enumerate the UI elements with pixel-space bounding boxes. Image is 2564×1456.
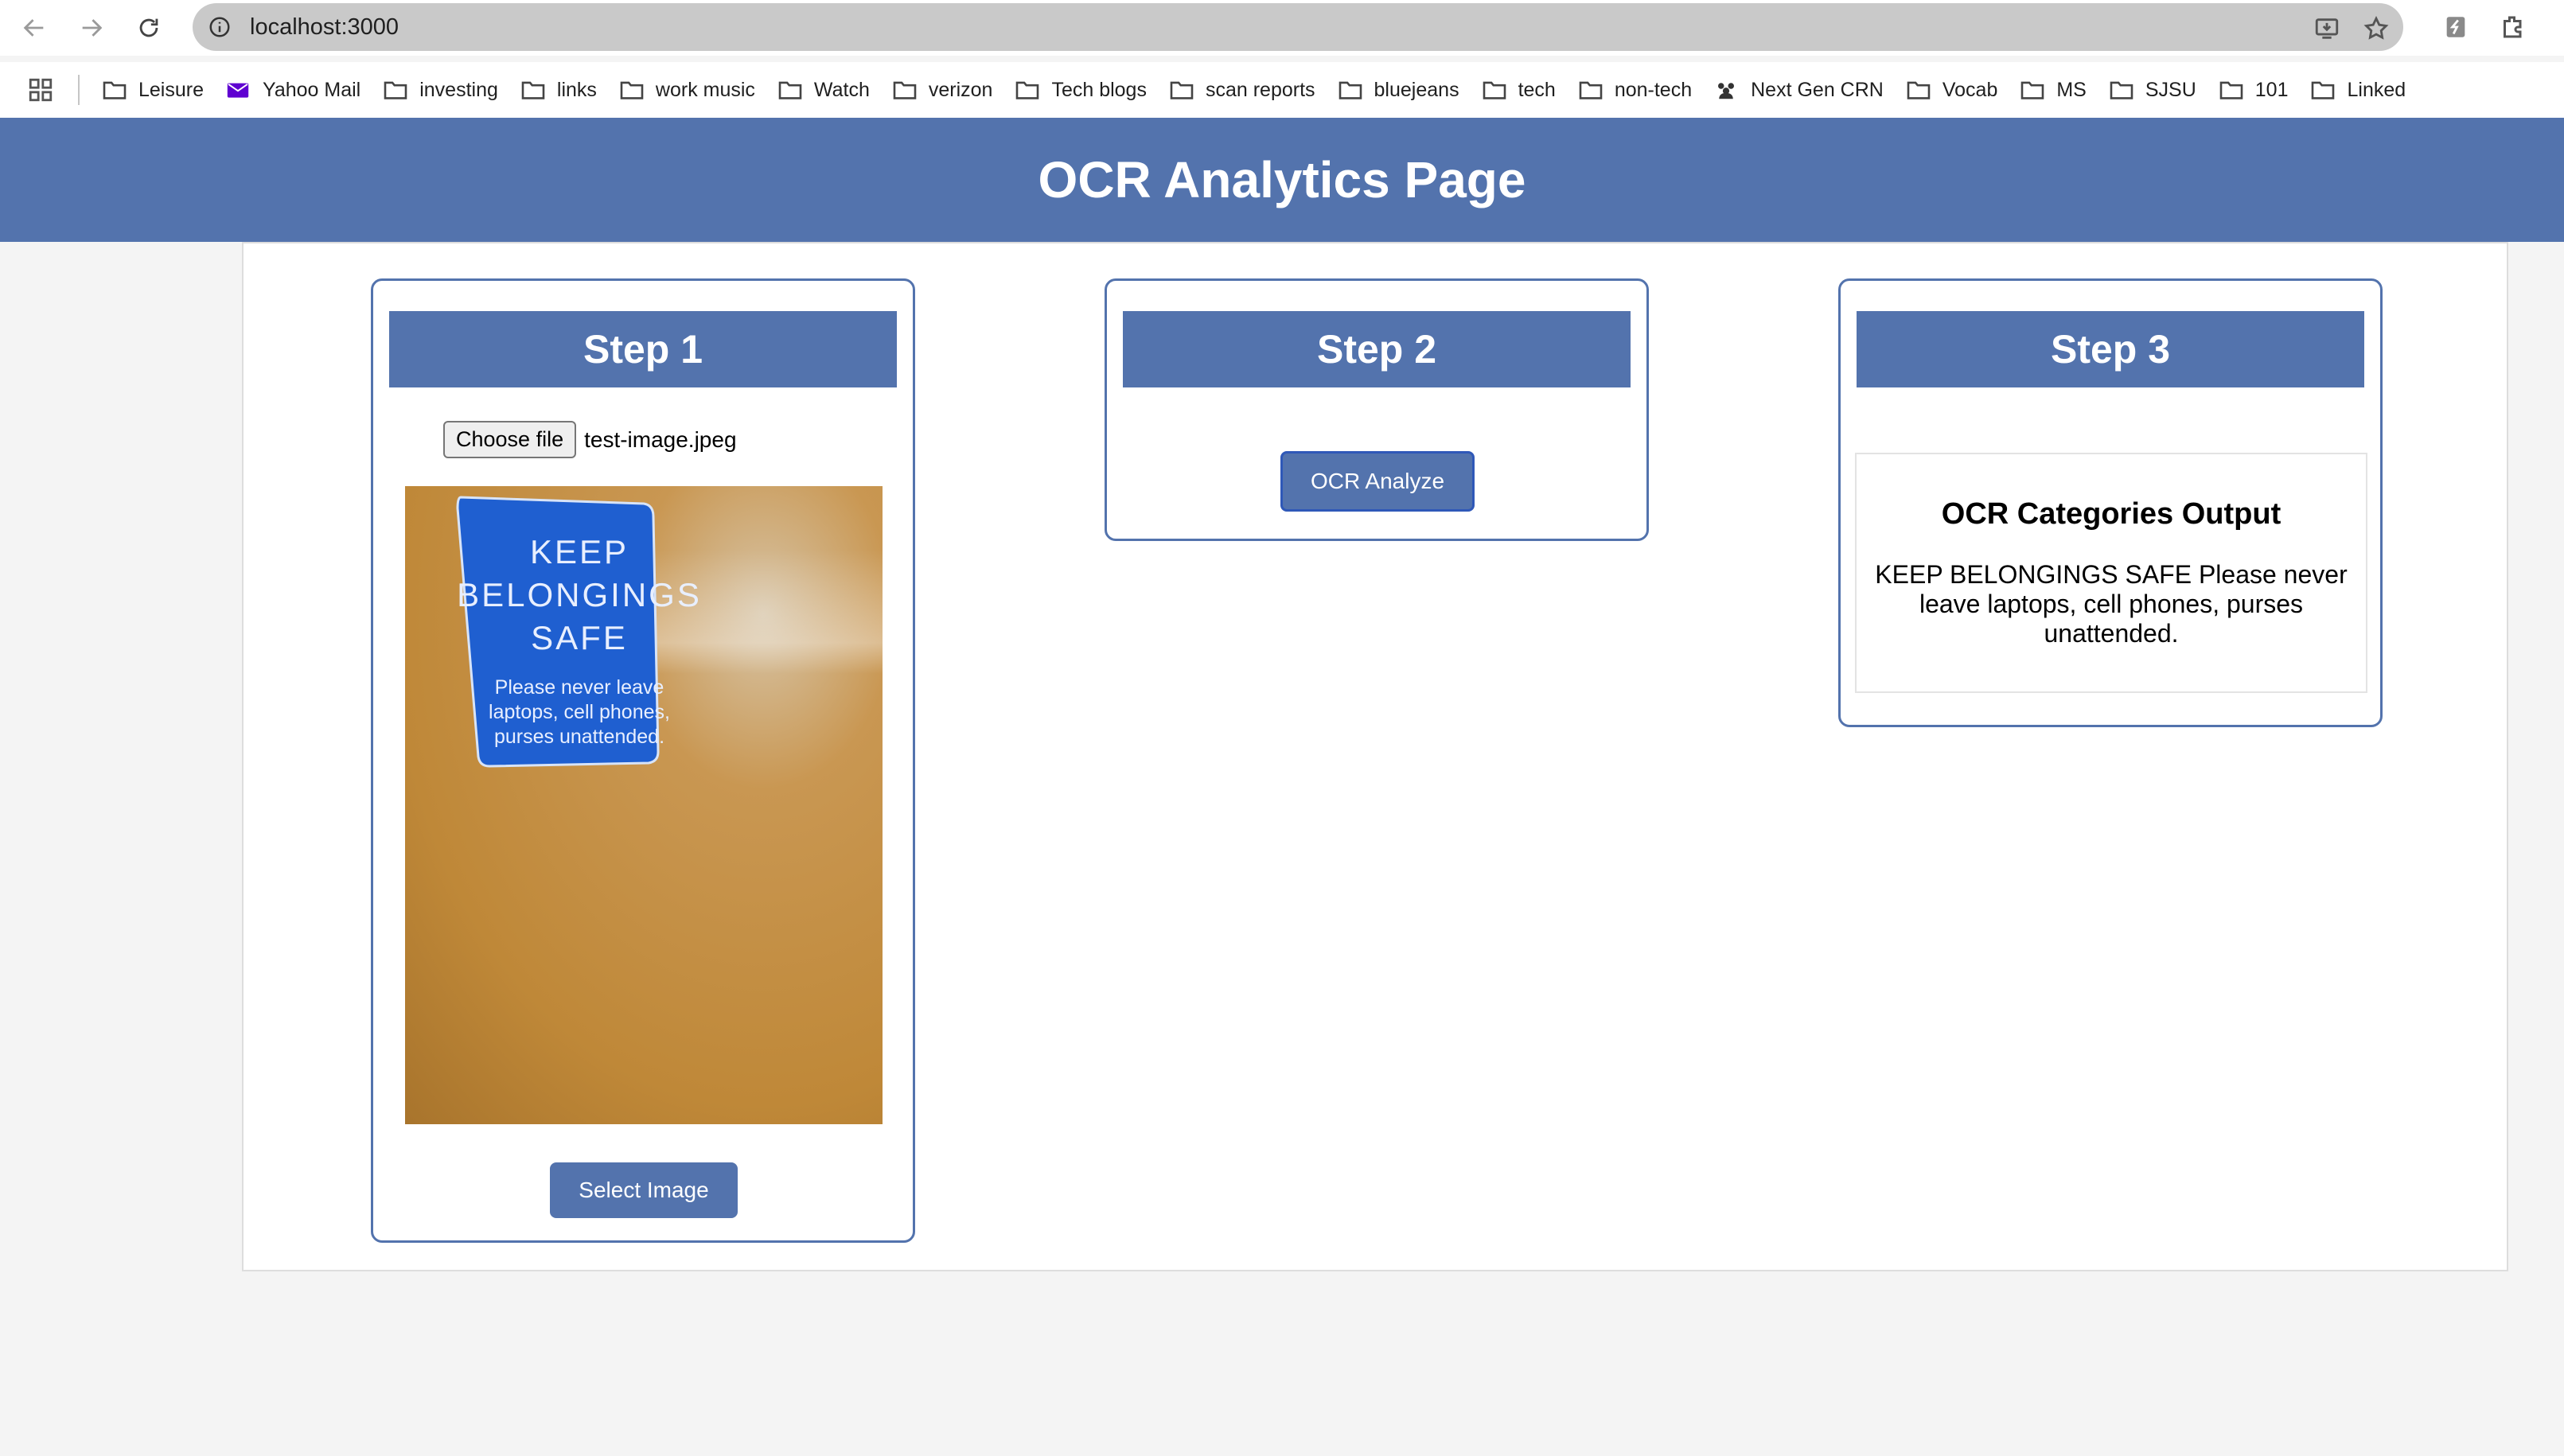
file-input[interactable]: Choose file test-image.jpeg (443, 421, 737, 458)
sign-in-photo: KEEP BELONGINGS SAFE Please never leave … (456, 492, 703, 767)
bookmark-item[interactable]: Watch (777, 72, 881, 108)
arrow-left-icon (23, 19, 44, 37)
browser-toolbar: localhost:3000 (0, 0, 2564, 56)
extensions-puzzle-icon[interactable] (2494, 8, 2532, 46)
bookmark-item[interactable]: Tech blogs (1015, 72, 1158, 108)
bookmark-label: non-tech (1614, 78, 1693, 101)
ocr-output-text: KEEP BELONGINGS SAFE Please never leave … (1875, 560, 2348, 648)
bookmark-item[interactable]: Vocab (1906, 72, 2009, 108)
bookmark-label: scan reports (1205, 78, 1315, 101)
bookmarks-divider (78, 75, 80, 105)
folder-icon (2310, 78, 2337, 102)
page-title: OCR Analytics Page (1038, 151, 1526, 208)
bookmark-item[interactable]: work music (619, 72, 766, 108)
address-bar[interactable]: localhost:3000 (193, 3, 2403, 51)
select-image-button[interactable]: Select Image (550, 1162, 738, 1218)
step3-card: Step 3 OCR Categories Output KEEP BELONG… (1838, 278, 2383, 727)
folder-icon (1906, 78, 1933, 102)
install-app-icon[interactable] (2309, 11, 2344, 46)
folder-icon (520, 78, 547, 102)
sign-body-text: Please never leave laptops, cell phones,… (489, 676, 670, 748)
uploaded-image-preview: KEEP BELONGINGS SAFE Please never leave … (405, 486, 883, 1124)
ocr-output-title: OCR Categories Output (1941, 497, 2281, 531)
folder-icon (1169, 78, 1196, 102)
bookmark-label: Watch (813, 78, 870, 101)
bookmark-label: Yahoo Mail (263, 78, 361, 101)
yahoo-mail-icon (226, 78, 253, 102)
bookmark-label: links (556, 78, 597, 101)
bookmark-list: Leisure Yahoo Mail investing links work musi… (102, 72, 2428, 108)
reload-button[interactable] (131, 10, 167, 46)
bookmark-label: Next Gen CRN (1751, 78, 1884, 101)
bookmark-item[interactable]: verizon (892, 72, 1004, 108)
bookmark-item[interactable]: Linked (2310, 72, 2417, 108)
folder-icon (777, 78, 805, 102)
folder-icon (2109, 78, 2136, 102)
bookmark-label: MS (2056, 78, 2087, 101)
bookmark-label: Linked (2347, 78, 2406, 101)
bookmark-label: SJSU (2145, 78, 2196, 101)
step2-title: Step 2 (1123, 311, 1631, 387)
bookmark-item[interactable]: non-tech (1578, 72, 1703, 108)
folder-icon (383, 78, 410, 102)
bookmark-item[interactable]: MS (2020, 72, 2098, 108)
step1-card: Step 1 Choose file test-image.jpeg KEEP … (371, 278, 915, 1243)
bookmark-item[interactable]: Next Gen CRN (1714, 72, 1895, 108)
bookmark-item[interactable]: bluejeans (1338, 72, 1471, 108)
extension-icon[interactable] (2437, 8, 2475, 46)
url-text: localhost:3000 (250, 14, 399, 40)
folder-icon (2219, 78, 2246, 102)
folder-icon (892, 78, 919, 102)
main-container: Step 1 Choose file test-image.jpeg KEEP … (242, 242, 2508, 1271)
bookmark-label: Leisure (138, 78, 204, 101)
bookmark-star-icon[interactable] (2359, 11, 2394, 46)
group-icon (1714, 78, 1741, 102)
bookmark-item[interactable]: Leisure (102, 72, 215, 108)
bookmark-item[interactable]: SJSU (2109, 72, 2207, 108)
bookmark-item[interactable]: scan reports (1169, 72, 1327, 108)
bookmark-item[interactable]: tech (1482, 72, 1567, 108)
folder-icon (619, 78, 646, 102)
arrow-right-icon (82, 19, 103, 37)
back-button[interactable] (16, 10, 53, 46)
bookmark-item[interactable]: links (520, 72, 608, 108)
reload-icon (139, 18, 158, 37)
ocr-analyze-button[interactable]: OCR Analyze (1280, 451, 1475, 512)
folder-icon (1578, 78, 1605, 102)
site-info-icon[interactable] (202, 10, 237, 45)
bookmark-label: tech (1518, 78, 1556, 101)
bookmark-item[interactable]: investing (383, 72, 509, 108)
bookmark-label: verizon (928, 78, 993, 101)
bookmark-label: 101 (2254, 78, 2289, 101)
folder-icon (1015, 78, 1042, 102)
bookmark-item[interactable]: Yahoo Mail (226, 72, 372, 108)
ocr-output-panel: OCR Categories Output KEEP BELONGINGS SA… (1855, 453, 2367, 693)
folder-icon (2020, 78, 2047, 102)
bookmark-label: Vocab (1942, 78, 1998, 101)
step2-card: Step 2 OCR Analyze (1105, 278, 1649, 541)
folder-icon (102, 78, 129, 102)
bookmark-label: work music (655, 78, 755, 101)
step3-title: Step 3 (1857, 311, 2364, 387)
app-header: OCR Analytics Page (0, 118, 2564, 242)
choose-file-button[interactable]: Choose file (443, 421, 577, 458)
selected-file-name: test-image.jpeg (584, 426, 737, 452)
forward-button[interactable] (73, 10, 110, 46)
bookmark-label: Tech blogs (1051, 78, 1147, 101)
bookmark-label: investing (419, 78, 498, 101)
bookmark-item[interactable]: 101 (2219, 72, 2300, 108)
sign-headline: KEEP BELONGINGS SAFE (457, 533, 702, 656)
bookmark-label: bluejeans (1374, 78, 1459, 101)
apps-grid-icon[interactable] (27, 76, 54, 103)
step1-title: Step 1 (389, 311, 897, 387)
folder-icon (1338, 78, 1365, 102)
folder-icon (1482, 78, 1509, 102)
